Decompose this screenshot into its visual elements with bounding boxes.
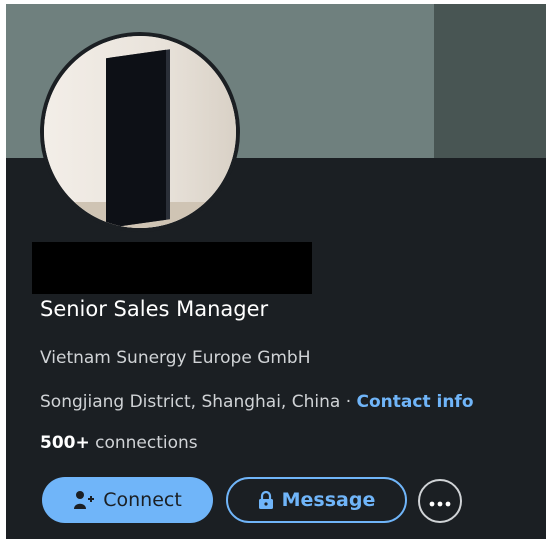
profile-card: Senior Sales Manager Vietnam Sunergy Eur… (6, 4, 546, 539)
separator-dot: · (340, 392, 357, 412)
profile-location-line: Songjiang District, Shanghai, China · Co… (40, 392, 474, 412)
more-horizontal-icon (429, 492, 451, 511)
contact-info-link[interactable]: Contact info (357, 392, 474, 412)
connections-label: connections (89, 433, 198, 453)
profile-photo[interactable] (40, 32, 240, 232)
message-button[interactable]: Message (226, 477, 407, 523)
banner-panel (434, 4, 546, 158)
photo-solar-panel (106, 49, 166, 228)
connect-button[interactable]: Connect (42, 477, 213, 523)
add-person-icon (73, 490, 95, 510)
profile-company: Vietnam Sunergy Europe GmbH (40, 348, 311, 368)
redacted-name (32, 242, 312, 294)
profile-headline: Senior Sales Manager (40, 297, 269, 321)
lock-icon (258, 490, 274, 510)
message-label: Message (281, 489, 376, 511)
connections-count: 500+ (40, 433, 90, 453)
profile-location: Songjiang District, Shanghai, China (40, 392, 341, 412)
connections-info[interactable]: 500+ connections (40, 433, 198, 453)
more-actions-button[interactable] (418, 479, 462, 523)
connect-label: Connect (103, 489, 182, 511)
